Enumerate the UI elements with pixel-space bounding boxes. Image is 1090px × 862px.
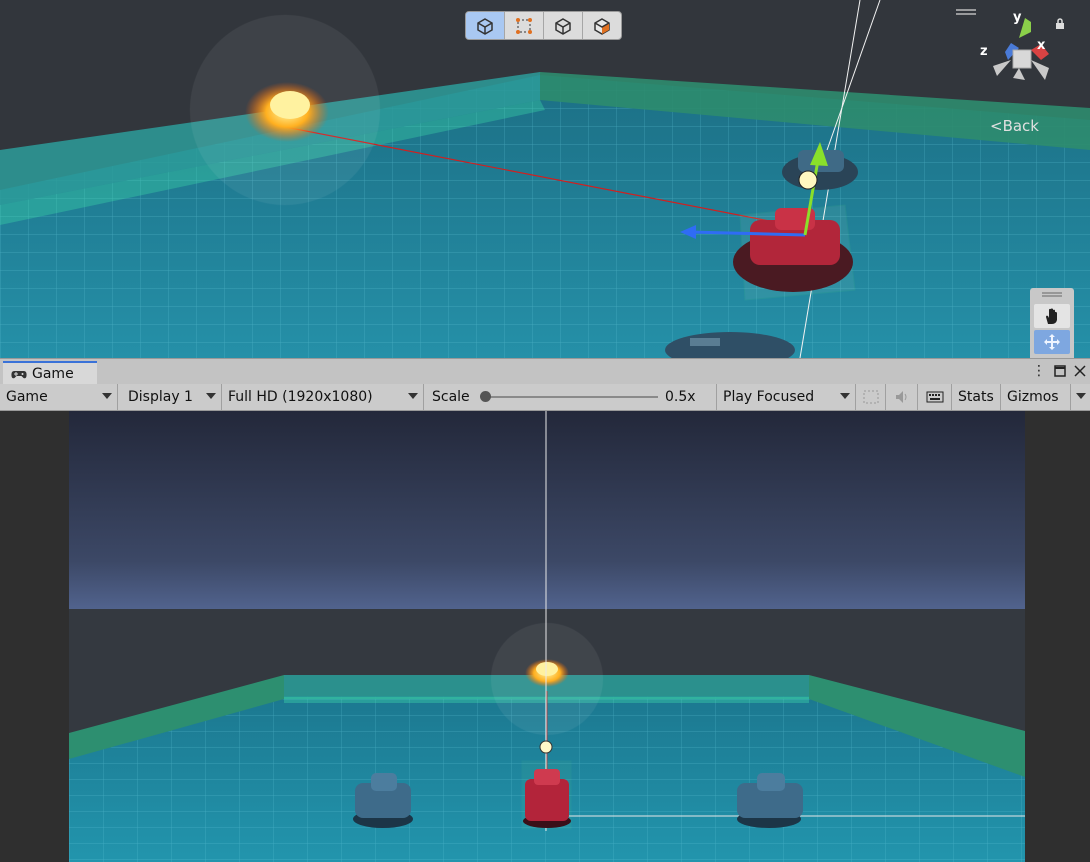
- chevron-down-icon: [206, 393, 216, 399]
- game-panel-tabbar: Game ⋮: [0, 358, 1090, 385]
- game-viewport-graphics: [69, 411, 1025, 862]
- scale-label: Scale: [432, 389, 470, 405]
- gizmos-label: Gizmos: [1007, 389, 1059, 405]
- view-direction-label: <Back: [990, 117, 1039, 135]
- hand-icon[interactable]: [1034, 304, 1070, 328]
- scene-tools-overlay: [1030, 288, 1074, 358]
- resolution-value: Full HD (1920x1080): [228, 389, 373, 405]
- gizmos-dropdown[interactable]: [1071, 384, 1090, 410]
- chevron-left-icon: <: [990, 117, 1003, 135]
- draw-mode-toolbar: [465, 11, 622, 40]
- keyboard-shortcuts-icon[interactable]: [918, 384, 952, 410]
- tab-game[interactable]: Game: [3, 361, 97, 385]
- mute-audio-icon[interactable]: [886, 384, 918, 410]
- scale-slider-handle[interactable]: [480, 391, 491, 402]
- tab-game-label: Game: [32, 366, 74, 382]
- maximize-icon[interactable]: [1054, 365, 1066, 377]
- window-controls: ⋮: [1032, 363, 1086, 379]
- chevron-down-icon: [1076, 393, 1086, 399]
- game-toolbar: Game Display 1 Full HD (1920x1080) Scale…: [0, 384, 1090, 411]
- gizmo-axis-x: x: [1037, 38, 1046, 53]
- chevron-down-icon: [102, 393, 112, 399]
- display-dropdown[interactable]: Display 1: [118, 384, 222, 410]
- frame-debugger-icon[interactable]: [856, 384, 886, 410]
- more-options-icon[interactable]: ⋮: [1032, 363, 1046, 379]
- rect-transform-icon[interactable]: [505, 12, 544, 39]
- play-mode-value: Play Focused: [723, 389, 815, 405]
- orientation-gizmo[interactable]: y x z: [975, 10, 1065, 100]
- play-mode-dropdown[interactable]: Play Focused: [717, 384, 856, 410]
- display-value: Display 1: [128, 389, 193, 405]
- view-type-dropdown[interactable]: Game: [0, 384, 118, 410]
- game-view[interactable]: [0, 411, 1090, 862]
- letterbox-right: [1025, 411, 1090, 862]
- drag-handle-icon[interactable]: [1030, 288, 1074, 302]
- menu-lines-icon[interactable]: [955, 8, 977, 16]
- wire-cube-icon[interactable]: [544, 12, 583, 39]
- stats-label: Stats: [958, 389, 994, 405]
- gizmo-axis-z: z: [980, 44, 988, 59]
- scene-viewport-graphics: [0, 0, 1090, 358]
- chevron-down-icon: [840, 393, 850, 399]
- cube-icon[interactable]: [466, 12, 505, 39]
- view-type-value: Game: [6, 389, 48, 405]
- stats-toggle[interactable]: Stats: [952, 384, 1001, 410]
- gamepad-icon: [11, 370, 27, 378]
- scale-slider-track[interactable]: [484, 396, 658, 398]
- move-icon[interactable]: [1034, 330, 1070, 354]
- scene-view[interactable]: y x z <Back: [0, 0, 1090, 358]
- resolution-dropdown[interactable]: Full HD (1920x1080): [222, 384, 424, 410]
- back-label: Back: [1002, 117, 1039, 135]
- scale-value: 0.5x: [665, 389, 696, 405]
- gizmo-axis-y: y: [1013, 10, 1022, 25]
- letterbox-left: [0, 411, 69, 862]
- gizmos-toggle[interactable]: Gizmos: [1001, 384, 1071, 410]
- close-icon[interactable]: [1074, 365, 1086, 377]
- shaded-cube-icon[interactable]: [583, 12, 621, 39]
- chevron-down-icon: [408, 393, 418, 399]
